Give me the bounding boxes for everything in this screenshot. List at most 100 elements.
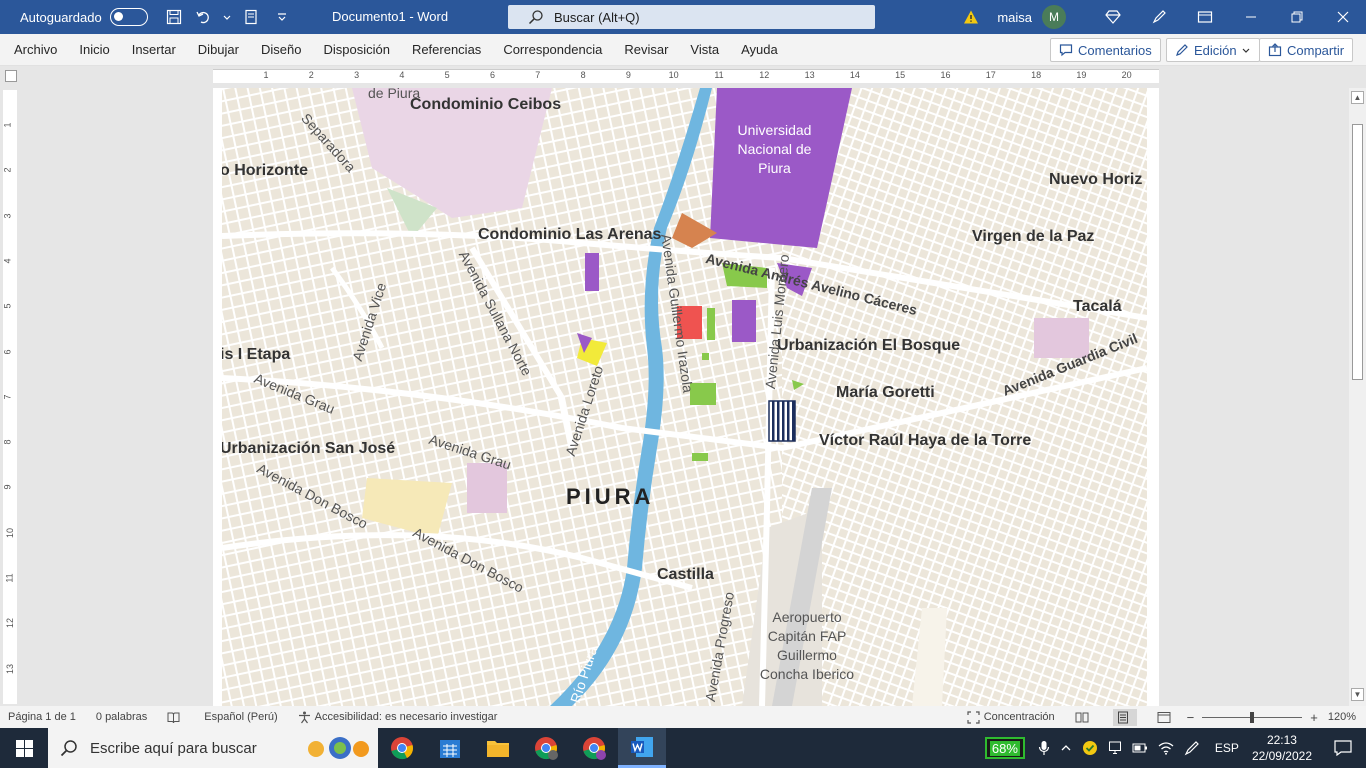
tab-insertar[interactable]: Insertar bbox=[121, 42, 187, 57]
map-image: de Piura Condominio Ceibos Separadora o … bbox=[222, 88, 1147, 706]
word-app-icon[interactable] bbox=[618, 728, 666, 768]
map-label: Condominio Las Arenas bbox=[478, 226, 662, 243]
ruler-tick: 3 bbox=[354, 70, 360, 80]
ruler-tick: 15 bbox=[895, 70, 906, 80]
vertical-ruler[interactable]: 1 2 3 4 5 6 7 8 9 10 11 12 13 bbox=[3, 90, 17, 704]
display-icon[interactable] bbox=[1108, 741, 1122, 755]
tab-revisar[interactable]: Revisar bbox=[613, 42, 679, 57]
undo-icon[interactable] bbox=[192, 5, 216, 29]
avatar[interactable]: M bbox=[1042, 5, 1066, 29]
ribbon-display-icon[interactable] bbox=[1182, 0, 1228, 34]
scroll-thumb[interactable] bbox=[1352, 124, 1363, 380]
input-language[interactable]: ESP bbox=[1215, 741, 1239, 755]
ruler-tick: 12 bbox=[5, 618, 16, 629]
accessibility-icon bbox=[298, 711, 310, 723]
accessibility-status[interactable]: Accesibilidad: es necesario investigar bbox=[298, 711, 497, 724]
tab-diseno[interactable]: Diseño bbox=[250, 42, 312, 57]
tab-disposicion[interactable]: Disposición bbox=[312, 42, 400, 57]
wifi-icon[interactable] bbox=[1158, 741, 1174, 755]
tab-ayuda[interactable]: Ayuda bbox=[730, 42, 789, 57]
page-count[interactable]: Página 1 de 1 bbox=[8, 711, 76, 723]
tab-correspondencia[interactable]: Correspondencia bbox=[492, 42, 613, 57]
ruler-tick: 2 bbox=[2, 167, 13, 173]
map-label: Urbanización San José bbox=[222, 440, 396, 457]
proofing-status[interactable] bbox=[167, 711, 184, 724]
document-title: Documento1 - Word bbox=[332, 9, 449, 24]
word-count[interactable]: 0 palabras bbox=[96, 711, 147, 723]
print-preview-icon[interactable] bbox=[240, 5, 264, 29]
diamond-icon[interactable] bbox=[1090, 0, 1136, 34]
horizontal-ruler[interactable]: 1 2 3 4 5 6 7 8 9 10 11 12 13 14 15 16 17 18 19 20 bbox=[213, 69, 1159, 83]
tab-referencias[interactable]: Referencias bbox=[401, 42, 492, 57]
comments-button[interactable]: Comentarios bbox=[1050, 38, 1161, 62]
notification-icon[interactable] bbox=[1334, 740, 1352, 756]
ruler-tick: 9 bbox=[2, 484, 13, 490]
ruler-tick: 10 bbox=[668, 70, 679, 80]
microphone-icon[interactable] bbox=[1038, 740, 1050, 756]
focus-icon bbox=[967, 710, 980, 724]
battery-icon[interactable] bbox=[1132, 742, 1148, 754]
map-label: María Goretti bbox=[836, 384, 935, 401]
zoom-out-icon[interactable]: − bbox=[1187, 710, 1195, 725]
scroll-down-icon[interactable]: ▼ bbox=[1351, 688, 1364, 701]
ruler-tick: 4 bbox=[2, 258, 13, 264]
map-label: Nuevo Horiz bbox=[1049, 171, 1143, 188]
tab-archivo[interactable]: Archivo bbox=[0, 42, 68, 57]
ruler-tick: 8 bbox=[2, 439, 13, 445]
tab-inicio[interactable]: Inicio bbox=[68, 42, 120, 57]
taskbar: Escribe aquí para buscar 68% ESP 22:13 2… bbox=[0, 728, 1366, 768]
zoom-in-icon[interactable]: + bbox=[1310, 710, 1318, 725]
comments-label: Comentarios bbox=[1078, 42, 1152, 58]
web-layout-icon[interactable] bbox=[1157, 711, 1175, 724]
share-label: Compartir bbox=[1287, 42, 1345, 58]
calendar-app-icon[interactable] bbox=[426, 728, 474, 768]
minimize-icon[interactable] bbox=[1228, 0, 1274, 34]
pen-workspace-icon[interactable] bbox=[1184, 740, 1200, 756]
battery-percent: 68% bbox=[989, 740, 1020, 756]
focus-mode[interactable]: Concentración bbox=[967, 710, 1055, 724]
close-icon[interactable] bbox=[1320, 0, 1366, 34]
edit-mode-button[interactable]: Edición bbox=[1166, 38, 1260, 62]
scroll-up-icon[interactable]: ▲ bbox=[1351, 91, 1364, 104]
zoom-slider[interactable] bbox=[1202, 711, 1303, 723]
print-layout-icon[interactable] bbox=[1112, 708, 1137, 726]
battery-indicator[interactable]: 68% bbox=[984, 737, 1025, 759]
warning-icon[interactable] bbox=[959, 5, 983, 29]
customize-toolbar-icon[interactable] bbox=[270, 5, 294, 29]
search-icon bbox=[60, 740, 77, 757]
tab-dibujar[interactable]: Dibujar bbox=[187, 42, 250, 57]
map-label: Universidad Nacional de Piura bbox=[737, 122, 812, 176]
read-mode-icon[interactable] bbox=[1075, 711, 1093, 724]
windows-start-icon[interactable] bbox=[0, 728, 48, 768]
map-label: Aeropuerto Capitán FAP Guillermo Concha … bbox=[759, 609, 855, 682]
search-input[interactable]: Buscar (Alt+Q) bbox=[508, 5, 875, 29]
language-status[interactable]: Español (Perú) bbox=[204, 711, 277, 723]
norton-icon[interactable] bbox=[1082, 740, 1098, 756]
chrome-profile-app-icon[interactable] bbox=[570, 728, 618, 768]
autosave-toggle[interactable] bbox=[109, 8, 148, 26]
map-label: Castilla bbox=[657, 566, 714, 583]
chrome-app-icon[interactable] bbox=[378, 728, 426, 768]
status-bar: Página 1 de 1 0 palabras Español (Perú) … bbox=[0, 706, 1366, 728]
share-button[interactable]: Compartir bbox=[1259, 38, 1354, 62]
taskbar-search-input[interactable]: Escribe aquí para buscar bbox=[48, 728, 378, 768]
ruler-tick: 6 bbox=[489, 70, 496, 80]
zoom-level[interactable]: 120% bbox=[1328, 711, 1356, 723]
ruler-tick: 1 bbox=[2, 122, 13, 128]
restore-icon[interactable] bbox=[1274, 0, 1320, 34]
save-icon[interactable] bbox=[162, 5, 186, 29]
vertical-scrollbar[interactable]: ▲ ▼ bbox=[1349, 88, 1366, 706]
document-page[interactable]: de Piura Condominio Ceibos Separadora o … bbox=[213, 88, 1159, 706]
chrome-app-icon-2[interactable] bbox=[522, 728, 570, 768]
chevron-up-icon[interactable] bbox=[1060, 742, 1072, 754]
title-bar: Autoguardado Documento1 - Word Buscar (A… bbox=[0, 0, 1366, 34]
ruler-tick: 8 bbox=[580, 70, 586, 80]
file-explorer-icon[interactable] bbox=[474, 728, 522, 768]
clock[interactable]: 22:13 22/09/2022 bbox=[1252, 732, 1312, 764]
chevron-down-icon[interactable] bbox=[222, 5, 232, 29]
tab-selector[interactable] bbox=[5, 70, 17, 82]
ruler-tick: 5 bbox=[2, 303, 13, 309]
pen-icon[interactable] bbox=[1136, 0, 1182, 34]
tab-vista[interactable]: Vista bbox=[679, 42, 730, 57]
comment-icon bbox=[1059, 44, 1073, 57]
